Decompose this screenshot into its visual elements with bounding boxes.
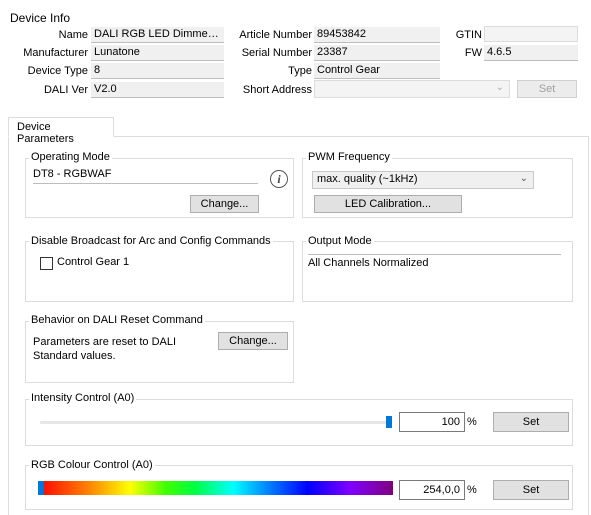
operating-mode-change-button[interactable]: Change... [190, 195, 259, 213]
operating-mode-value: DT8 - RGBWAF [33, 168, 258, 184]
intensity-input[interactable]: 100 [399, 412, 465, 432]
intensity-slider-thumb[interactable] [386, 416, 392, 428]
operating-mode-text: DT8 - RGBWAF [33, 168, 112, 180]
intensity-unit: % [467, 416, 477, 428]
name-field: DALI RGB LED Dimmer C... [91, 27, 224, 43]
tab-label: Device Parameters [17, 121, 74, 145]
gtin-label: GTIN [455, 29, 482, 41]
info-icon[interactable]: i [270, 170, 288, 188]
reset-behavior-text: Parameters are reset to DALI Standard va… [33, 336, 177, 362]
broadcast-group [25, 241, 294, 302]
type-label: Type [288, 65, 312, 77]
rgb-input[interactable]: 254,0,0 [399, 480, 465, 500]
rgb-slider-thumb[interactable] [38, 481, 44, 495]
chevron-down-icon: ⌄ [519, 173, 528, 184]
device-type-label: Device Type [27, 65, 88, 77]
type-field: Control Gear [314, 63, 440, 79]
control-gear-checkbox[interactable] [40, 257, 53, 270]
device-info-title: Device Info [10, 11, 71, 25]
tab-device-parameters[interactable]: Device Parameters [8, 117, 114, 145]
name-label: Name [58, 29, 88, 41]
serial-number-label: Serial Number [241, 47, 312, 59]
device-type-field: 8 [91, 63, 224, 79]
reset-behavior-title: Behavior on DALI Reset Command [29, 314, 205, 326]
article-number-label: Article Number [239, 29, 312, 41]
short-address-label: Short Address [242, 84, 312, 96]
broadcast-title: Disable Broadcast for Arc and Config Com… [29, 235, 273, 247]
chevron-down-icon: ⌄ [495, 82, 504, 93]
rgb-title: RGB Colour Control (A0) [29, 459, 155, 471]
manufacturer-label: Manufacturer [23, 47, 88, 59]
output-mode-text: All Channels Normalized [308, 257, 429, 269]
fw-field: 4.6.5 [484, 45, 578, 61]
led-calibration-button[interactable]: LED Calibration... [314, 195, 462, 213]
intensity-title: Intensity Control (A0) [29, 392, 137, 404]
rgb-unit: % [467, 484, 477, 496]
output-mode-title: Output Mode [306, 235, 374, 247]
manufacturer-field: Lunatone [91, 45, 224, 61]
reset-behavior-change-button[interactable]: Change... [218, 332, 288, 350]
pwm-select[interactable]: max. quality (~1kHz) ⌄ [312, 171, 534, 189]
dali-ver-field: V2.0 [91, 82, 224, 98]
intensity-slider-track[interactable] [40, 421, 392, 424]
fw-label: FW [464, 47, 482, 59]
operating-mode-title: Operating Mode [29, 151, 112, 163]
gtin-field [484, 26, 578, 42]
set-address-button[interactable]: Set [517, 80, 577, 98]
output-mode-value: All Channels Normalized [308, 254, 561, 272]
control-gear-label[interactable]: Control Gear 1 [57, 256, 129, 268]
rgb-set-button[interactable]: Set [493, 480, 569, 500]
pwm-selected: max. quality (~1kHz) [317, 173, 418, 185]
pwm-title: PWM Frequency [306, 151, 392, 163]
article-number-field: 89453842 [314, 27, 440, 43]
serial-number-field: 23387 [314, 45, 440, 61]
short-address-select[interactable]: ⌄ [314, 80, 510, 98]
intensity-set-button[interactable]: Set [493, 412, 569, 432]
dali-ver-label: DALI Ver [43, 84, 88, 96]
rgb-colour-bar[interactable] [38, 481, 393, 495]
